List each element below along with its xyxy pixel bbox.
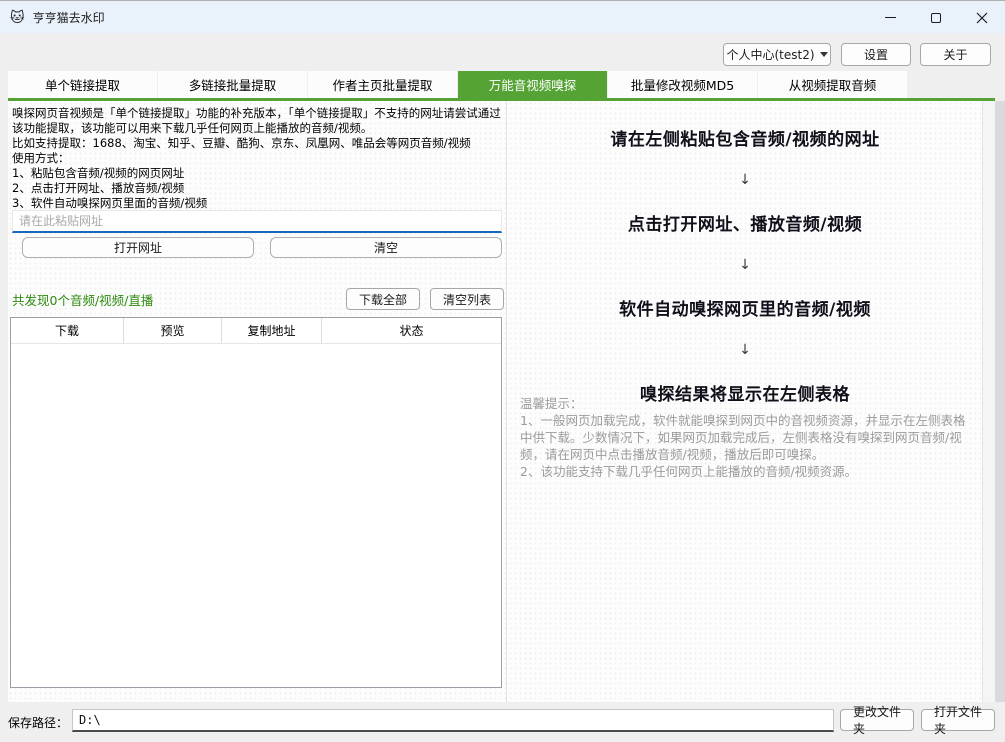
- column-header-copy-address: 复制地址: [222, 318, 322, 343]
- tip-item-1: 1、一般网页加载完成，软件就能嗅探到网页中的音视频资源，并显示在左侧表格中供下载…: [520, 412, 972, 463]
- description-paragraph: 使用方式：: [12, 151, 504, 166]
- column-header-status: 状态: [322, 318, 501, 343]
- arrow-down-icon: ↓: [739, 172, 751, 188]
- minimize-icon: [885, 17, 896, 18]
- right-gutter: [982, 101, 995, 702]
- warm-tips: 温馨提示： 1、一般网页加载完成，软件就能嗅探到网页中的音视频资源，并显示在左侧…: [520, 395, 972, 480]
- settings-label: 设置: [864, 46, 888, 63]
- account-dropdown[interactable]: 个人中心(test2): [723, 43, 831, 66]
- app-window: 🐱 亨亨猫去水印 个人中心(test2) 设置 关于 单个链接提取 多链接批量提…: [0, 0, 1005, 742]
- description-paragraph: 2、点击打开网址、播放音频/视频: [12, 181, 504, 196]
- column-header-download: 下载: [11, 318, 124, 343]
- sniff-result-table: 下载 预览 复制地址 状态: [10, 317, 502, 688]
- description-paragraph: 嗅探网页音视频是「单个链接提取」功能的补充版本，「单个链接提取」不支持的网址请尝…: [12, 106, 504, 136]
- download-all-label: 下载全部: [359, 291, 407, 308]
- account-label: 个人中心(test2): [726, 46, 814, 63]
- save-path-input[interactable]: [72, 709, 834, 732]
- step-paste-url: 请在左侧粘贴包含音频/视频的网址: [610, 125, 879, 150]
- tips-title: 温馨提示：: [520, 395, 972, 412]
- settings-button[interactable]: 设置: [841, 43, 911, 66]
- url-action-row: 打开网址 清空: [22, 237, 502, 258]
- about-label: 关于: [943, 46, 967, 63]
- tip-item-2: 2、该功能支持下载几乎任何网页上能播放的音频/视频资源。: [520, 463, 972, 480]
- sniffer-right-pane: 请在左侧粘贴包含音频/视频的网址 ↓ 点击打开网址、播放音频/视频 ↓ 软件自动…: [508, 101, 982, 702]
- tab-batch-modify-md5[interactable]: 批量修改视频MD5: [608, 71, 757, 98]
- clear-url-button[interactable]: 清空: [270, 237, 502, 258]
- arrow-down-icon: ↓: [739, 257, 751, 273]
- tab-bar: 单个链接提取 多链接批量提取 作者主页批量提取 万能音视频嗅探 批量修改视频MD…: [8, 71, 908, 98]
- url-input[interactable]: [12, 210, 502, 233]
- change-folder-label: 更改文件夹: [853, 703, 901, 737]
- open-url-label: 打开网址: [114, 239, 162, 256]
- window-controls: [867, 2, 1005, 33]
- tab-multi-link-batch-extract[interactable]: 多链接批量提取: [158, 71, 307, 98]
- usage-steps: 请在左侧粘贴包含音频/视频的网址 ↓ 点击打开网址、播放音频/视频 ↓ 软件自动…: [508, 125, 982, 405]
- chevron-down-icon: [820, 52, 828, 57]
- open-folder-button[interactable]: 打开文件夹: [921, 709, 995, 731]
- close-icon: [976, 12, 988, 24]
- content-panel: 嗅探网页音视频是「单个链接提取」功能的补充版本，「单个链接提取」不支持的网址请尝…: [8, 101, 995, 702]
- result-status-row: 共发现0个音频/视频/直播 下载全部 清空列表: [12, 288, 504, 310]
- found-count-status: 共发现0个音频/视频/直播: [12, 290, 153, 309]
- close-button[interactable]: [959, 2, 1005, 33]
- footer-bar: 保存路径： 更改文件夹 打开文件夹: [0, 702, 1005, 742]
- maximize-icon: [931, 13, 941, 23]
- change-folder-button[interactable]: 更改文件夹: [840, 709, 914, 731]
- description-paragraph: 3、软件自动嗅探网页里面的音频/视频: [12, 196, 504, 211]
- maximize-button[interactable]: [913, 2, 959, 33]
- titlebar: 🐱 亨亨猫去水印: [0, 2, 1005, 33]
- download-all-button[interactable]: 下载全部: [346, 288, 420, 310]
- open-url-button[interactable]: 打开网址: [22, 237, 254, 258]
- description-paragraph: 1、粘贴包含音频/视频的网页网址: [12, 166, 504, 181]
- step-open-and-play: 点击打开网址、播放音频/视频: [628, 210, 862, 235]
- clear-list-button[interactable]: 清空列表: [430, 288, 504, 310]
- tab-universal-av-sniffer[interactable]: 万能音视频嗅探: [458, 71, 607, 98]
- description-paragraph: 比如支持提取：1688、淘宝、知乎、豆瓣、酷狗、京东、凤凰网、唯品会等网页音频/…: [12, 136, 504, 151]
- table-header-row: 下载 预览 复制地址 状态: [11, 318, 501, 344]
- about-button[interactable]: 关于: [920, 43, 991, 66]
- arrow-down-icon: ↓: [739, 342, 751, 358]
- step-auto-sniff: 软件自动嗅探网页里的音频/视频: [619, 295, 871, 320]
- feature-description: 嗅探网页音视频是「单个链接提取」功能的补充版本，「单个链接提取」不支持的网址请尝…: [12, 106, 504, 211]
- tab-extract-audio-from-video[interactable]: 从视频提取音频: [758, 71, 907, 98]
- window-title: 亨亨猫去水印: [33, 9, 105, 26]
- tab-author-homepage-batch-extract[interactable]: 作者主页批量提取: [308, 71, 457, 98]
- tab-single-link-extract[interactable]: 单个链接提取: [8, 71, 157, 98]
- window-edge-strip: [995, 101, 1005, 702]
- app-cat-icon: 🐱: [10, 11, 25, 25]
- open-folder-label: 打开文件夹: [934, 703, 982, 737]
- column-header-preview: 预览: [124, 318, 222, 343]
- clear-url-label: 清空: [374, 239, 398, 256]
- minimize-button[interactable]: [867, 2, 913, 33]
- save-path-label: 保存路径：: [8, 714, 68, 731]
- table-body-empty: [11, 344, 501, 687]
- clear-list-label: 清空列表: [443, 291, 491, 308]
- sniffer-left-pane: 嗅探网页音视频是「单个链接提取」功能的补充版本，「单个链接提取」不支持的网址请尝…: [8, 101, 507, 702]
